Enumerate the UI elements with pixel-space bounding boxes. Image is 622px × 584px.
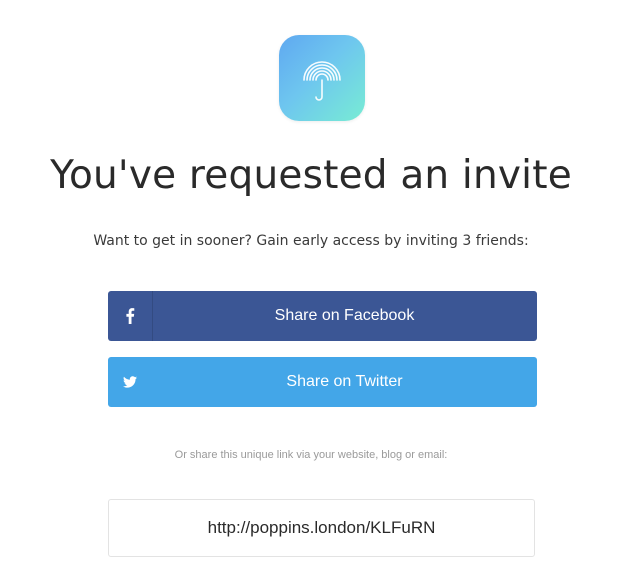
share-twitter-button[interactable]: Share on Twitter bbox=[108, 357, 537, 407]
app-logo-icon bbox=[279, 35, 365, 121]
unique-link-field[interactable]: http://poppins.london/KLFuRN bbox=[108, 499, 535, 557]
page-title: You've requested an invite bbox=[50, 153, 572, 198]
facebook-icon bbox=[108, 291, 153, 341]
umbrella-signal-icon bbox=[303, 61, 341, 101]
twitter-icon bbox=[108, 357, 152, 407]
share-link-instructions: Or share this unique link via your websi… bbox=[174, 449, 448, 461]
share-facebook-button[interactable]: Share on Facebook bbox=[108, 291, 537, 341]
invite-description: Want to get in sooner? Gain early access… bbox=[93, 233, 529, 249]
share-facebook-label: Share on Facebook bbox=[274, 307, 415, 324]
share-twitter-label: Share on Twitter bbox=[286, 373, 403, 390]
